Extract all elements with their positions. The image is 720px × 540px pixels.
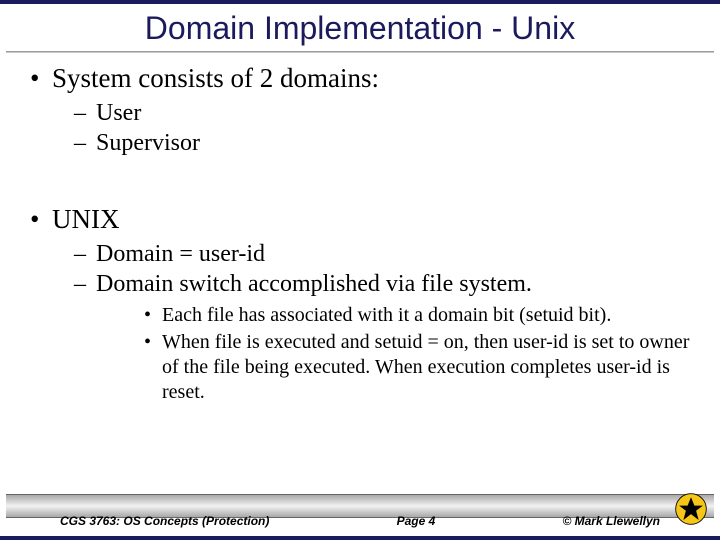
bullet-1-sub: User Supervisor [52,98,692,158]
bullet-1-text: System consists of 2 domains: [52,63,379,93]
slide-footer: CGS 3763: OS Concepts (Protection) Page … [0,494,720,532]
slide-title: Domain Implementation - Unix [0,10,720,47]
subsub-item: When file is executed and setuid = on, t… [96,330,692,405]
footer-course: CGS 3763: OS Concepts (Protection) [60,514,269,528]
sub-item: User [52,98,692,128]
bullet-1: System consists of 2 domains: User Super… [28,63,692,158]
title-divider [6,51,714,53]
bullet-list-lvl1: UNIX Domain = user-id Domain switch acco… [28,204,692,405]
footer-row: CGS 3763: OS Concepts (Protection) Page … [0,514,720,528]
sub-item: Supervisor [52,128,692,158]
bullet-2: UNIX Domain = user-id Domain switch acco… [28,204,692,405]
bullet-2-text: UNIX [52,204,120,234]
sub-item-text: Domain switch accomplished via file syst… [96,271,532,297]
sub-item: Domain = user-id [52,239,692,269]
spacer [28,178,692,204]
footer-page: Page 4 [269,514,562,528]
bullet-2-subsub: Each file has associated with it a domai… [96,303,692,405]
bullet-2-sub: Domain = user-id Domain switch accomplis… [52,239,692,405]
bullet-list-lvl1: System consists of 2 domains: User Super… [28,63,692,158]
slide-body: System consists of 2 domains: User Super… [0,63,720,405]
slide: Domain Implementation - Unix System cons… [0,0,720,540]
footer-copyright: © Mark Llewellyn [562,514,660,528]
ucf-logo-icon [674,492,708,526]
sub-item: Domain switch accomplished via file syst… [52,269,692,405]
subsub-item: Each file has associated with it a domai… [96,303,692,328]
